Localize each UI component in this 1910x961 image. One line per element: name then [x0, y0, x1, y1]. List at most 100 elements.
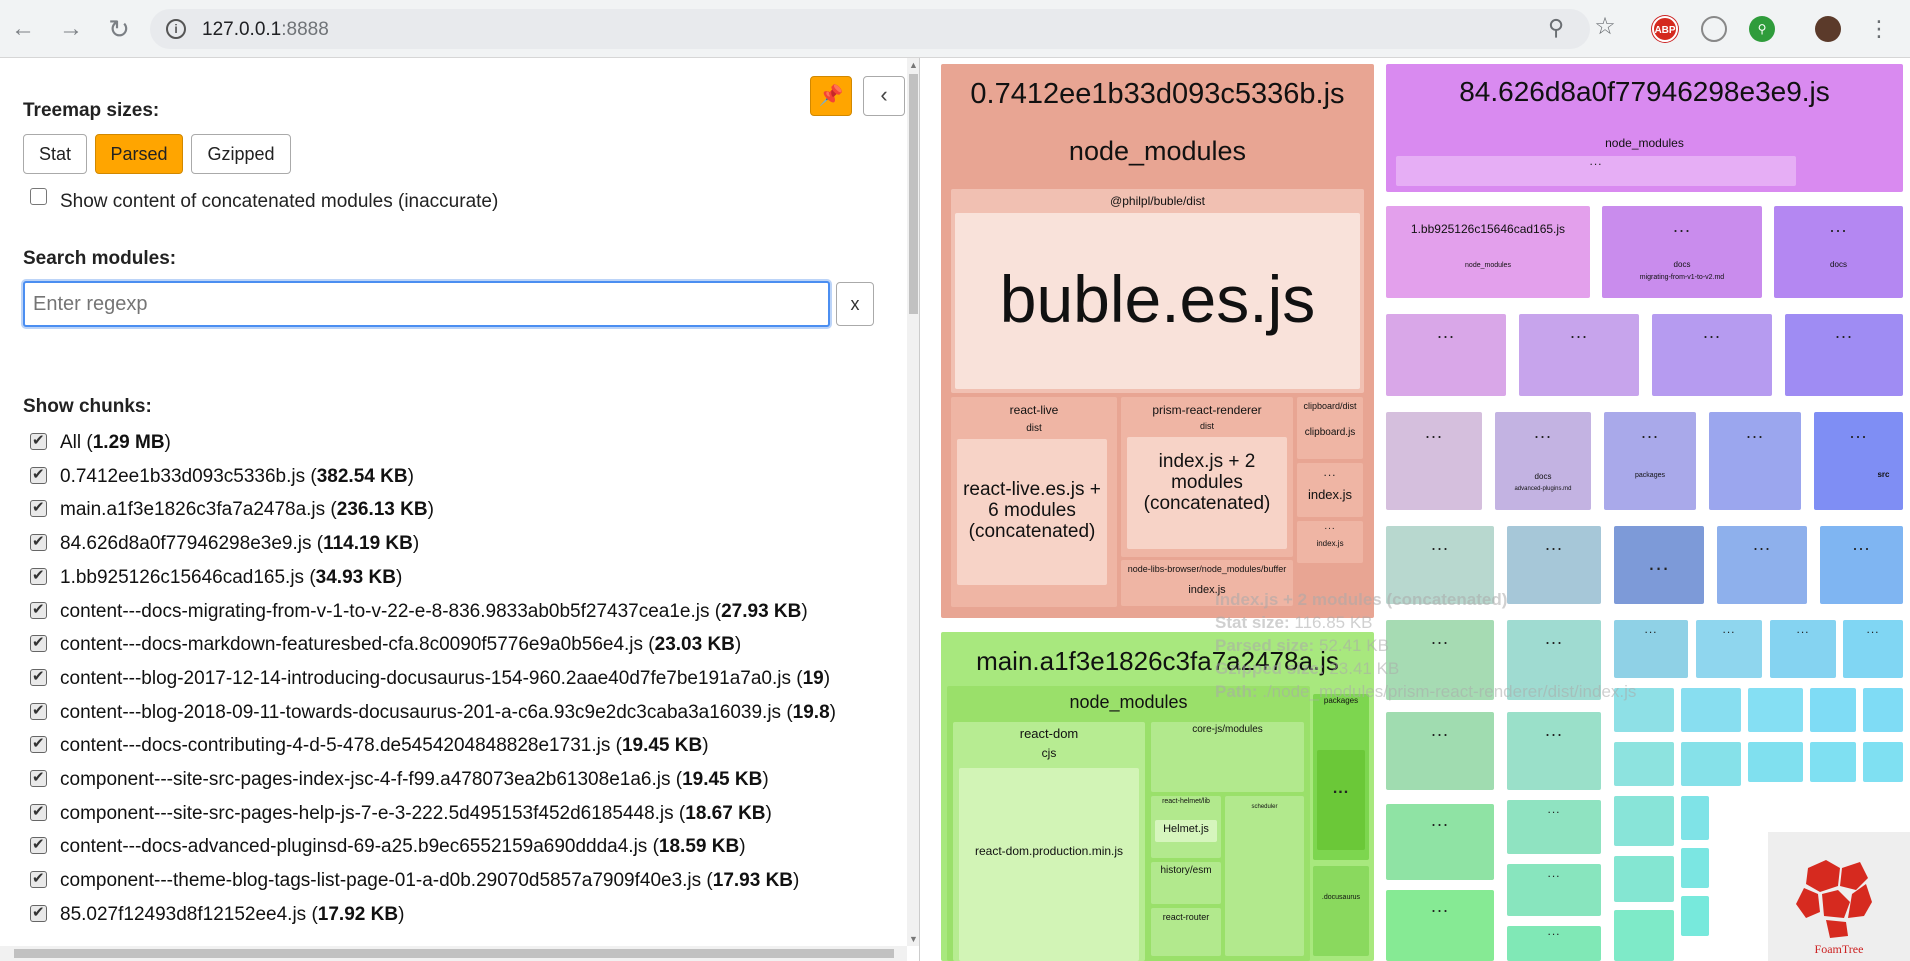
address-bar[interactable]: i 127.0.0.1:8888 — [150, 9, 1590, 49]
size-button-parsed[interactable]: Parsed — [95, 134, 183, 174]
treemap-chunk-r7-a[interactable]: ... — [1386, 712, 1494, 790]
treemap-chunk-r6-d[interactable]: ... — [1696, 620, 1762, 678]
chunk-checkbox[interactable] — [30, 802, 47, 821]
chunk-checkbox[interactable] — [30, 835, 47, 855]
hscrollbar-thumb[interactable] — [14, 949, 894, 958]
scroll-down-icon[interactable]: ▼ — [907, 932, 919, 946]
treemap-chunk-r10-a[interactable]: ... — [1507, 864, 1601, 916]
treemap-chunk-r8-c[interactable] — [1748, 742, 1803, 782]
scheduler-group[interactable]: scheduler — [1225, 796, 1304, 956]
chunk-checkbox[interactable] — [30, 633, 47, 653]
treemap-chunk-r6-f[interactable]: ... — [1843, 620, 1903, 678]
docusaurus-group[interactable]: .docusaurus — [1313, 866, 1369, 956]
treemap-chunk-r9-d[interactable] — [1681, 796, 1709, 840]
react-router-group[interactable]: react-router — [1151, 908, 1221, 956]
treemap-canvas[interactable]: 0.7412ee1b33d093c5336b.js node_modules @… — [921, 58, 1910, 961]
treemap-chunk-index[interactable]: ... — [1785, 314, 1903, 396]
react-live-es-module[interactable]: react-live.es.js + 6 modules (concatenat… — [957, 439, 1107, 585]
treemap-chunk-r4-d[interactable]: ... — [1709, 412, 1801, 510]
treemap-chunk-blog-a[interactable]: ... — [1386, 314, 1506, 396]
chunk-checkbox[interactable] — [30, 903, 47, 922]
search-input[interactable] — [23, 281, 830, 327]
treemap-chunk-r4-b[interactable]: ... docs advanced-plugins.md — [1495, 412, 1591, 510]
treemap-chunk-r4-a[interactable]: ... — [1386, 412, 1482, 510]
clipboard-group[interactable]: clipboard/dist clipboard.js — [1297, 397, 1363, 459]
size-button-gzipped[interactable]: Gzipped — [191, 134, 291, 174]
chunk-checkbox[interactable] — [30, 566, 47, 585]
small-index-group[interactable]: ... index.js — [1297, 521, 1363, 563]
treemap-chunk-migrating[interactable]: ... docs migrating-from-v1-to-v2.md — [1602, 206, 1762, 298]
treemap-chunk-r4-c[interactable]: ... packages — [1604, 412, 1696, 510]
main-node-modules-group[interactable]: node_modules react-dom cjs react-dom.pro… — [947, 686, 1310, 961]
core-js-group[interactable]: core-js/modules — [1151, 722, 1304, 792]
treemap-chunk-r8-d[interactable] — [1810, 742, 1856, 782]
treemap-chunk-r11-a[interactable]: ... — [1386, 890, 1494, 961]
treemap-chunk-r9-b[interactable]: ... — [1507, 800, 1601, 854]
treemap-chunk-r5-d[interactable]: ... — [1717, 526, 1807, 604]
chunk-checkbox[interactable] — [30, 600, 47, 619]
chunk-checkbox[interactable] — [30, 498, 47, 518]
chunk-checkbox[interactable] — [30, 667, 47, 686]
globe-extension-icon[interactable] — [1701, 16, 1727, 42]
treemap-chunk-r11-b[interactable]: ... — [1507, 924, 1601, 961]
reload-icon[interactable]: ↻ — [104, 14, 134, 44]
prism-index-module[interactable]: index.js + 2 modules (concatenated) — [1127, 437, 1287, 549]
treemap-chunk-r10-b[interactable] — [1614, 856, 1674, 902]
site-info-icon[interactable]: i — [166, 19, 186, 39]
react-dom-prod-module[interactable]: react-dom.production.min.js — [959, 768, 1139, 961]
chunk-b-inner[interactable]: ... — [1396, 154, 1796, 186]
treemap-chunk-r7-g[interactable] — [1863, 688, 1903, 732]
react-live-group[interactable]: react-live dist react-live.es.js + 6 mod… — [951, 397, 1117, 607]
zoom-icon[interactable]: ⚲ — [1543, 15, 1569, 41]
history-group[interactable]: history/esm — [1151, 862, 1221, 904]
chunk-checkbox[interactable] — [30, 431, 47, 450]
treemap-chunk-r8-a[interactable] — [1614, 742, 1674, 786]
treemap-chunk-r10-c[interactable] — [1681, 848, 1709, 888]
treemap-chunk-r5-e[interactable]: ... — [1820, 526, 1903, 604]
treemap-chunk-markdown[interactable]: ... docs — [1774, 206, 1903, 298]
scroll-up-icon[interactable]: ▲ — [907, 58, 919, 72]
url-text[interactable]: 127.0.0.1:8888 — [202, 19, 329, 41]
treemap-chunk-r7-b[interactable]: ... — [1507, 712, 1601, 790]
chunk-checkbox[interactable] — [30, 532, 47, 552]
helmet-module[interactable]: Helmet.js — [1155, 820, 1217, 842]
treemap-chunk-1-bb925[interactable]: 1.bb925126c15646cad165.js node_modules — [1386, 206, 1590, 298]
treemap-chunk-84-626[interactable]: 84.626d8a0f77946298e3e9.js node_modules … — [1386, 64, 1903, 192]
chunk-checkbox[interactable] — [30, 734, 47, 754]
scrollbar-thumb[interactable] — [909, 74, 918, 314]
treemap-chunk-0-7412[interactable]: 0.7412ee1b33d093c5336b.js node_modules @… — [941, 64, 1374, 618]
prism-react-renderer-group[interactable]: prism-react-renderer dist index.js + 2 m… — [1121, 397, 1293, 557]
forward-icon[interactable]: → — [56, 14, 86, 44]
bookmark-star-icon[interactable]: ☆ — [1592, 14, 1618, 40]
clear-search-button[interactable]: x — [836, 282, 874, 326]
chunk-checkbox[interactable] — [30, 465, 47, 484]
treemap-chunk-blog-b[interactable]: ... — [1519, 314, 1639, 396]
horizontal-scrollbar[interactable] — [0, 946, 907, 961]
size-button-stat[interactable]: Stat — [23, 134, 87, 174]
buble-module[interactable]: buble.es.js — [955, 213, 1360, 389]
green-extension-icon[interactable]: ⚲ — [1749, 16, 1775, 42]
adblock-plus-icon[interactable]: ABP — [1652, 16, 1678, 42]
treemap-chunk-r7-f[interactable] — [1810, 688, 1856, 732]
collapse-sidebar-button[interactable]: ‹ — [863, 76, 905, 116]
vertical-scrollbar[interactable]: ▲ ▼ — [907, 58, 919, 946]
chunk-checkbox[interactable] — [30, 701, 47, 720]
treemap-chunk-r11-c[interactable] — [1614, 910, 1674, 961]
treemap-chunk-r4-e[interactable]: ... src — [1814, 412, 1903, 510]
menu-kebab-icon[interactable]: ⋮ — [1866, 16, 1892, 42]
chunk-checkbox[interactable] — [30, 869, 47, 889]
treemap-chunk-r8-e[interactable] — [1863, 742, 1903, 782]
treemap-chunk-r11-d[interactable] — [1681, 896, 1709, 936]
treemap-chunk-r7-e[interactable] — [1748, 688, 1803, 732]
packages-group[interactable]: packages ... — [1313, 694, 1369, 860]
treemap-chunk-r9-c[interactable] — [1614, 796, 1674, 846]
concat-modules-checkbox[interactable] — [30, 188, 47, 205]
treemap-chunk-r8-b[interactable] — [1681, 742, 1741, 786]
profile-avatar[interactable] — [1815, 16, 1841, 42]
index-js-group[interactable]: ... index.js — [1297, 463, 1363, 517]
treemap-chunk-r9-a[interactable]: ... — [1386, 804, 1494, 880]
treemap-chunk-contributing[interactable]: ... — [1652, 314, 1772, 396]
react-helmet-group[interactable]: react-helmet/lib Helmet.js — [1151, 796, 1221, 858]
treemap-chunk-r7-d[interactable] — [1681, 688, 1741, 732]
pin-sidebar-button[interactable]: 📌 — [810, 76, 852, 116]
